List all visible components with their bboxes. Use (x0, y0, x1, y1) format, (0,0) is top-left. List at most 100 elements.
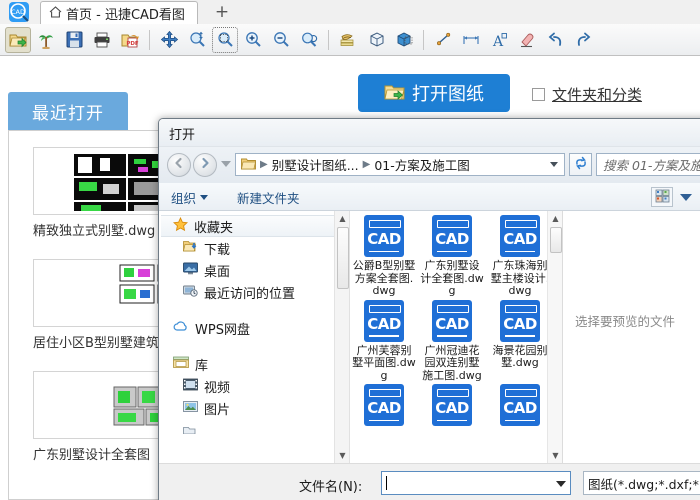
sidebar-item-pictures[interactable]: 图片 (161, 397, 349, 419)
zoom-out-button[interactable] (268, 27, 294, 53)
cad-file-icon: CAD (432, 299, 472, 342)
file-item[interactable]: CAD 海景花园别墅.dwg (486, 299, 554, 383)
file-list-scrollbar[interactable]: ▲ ▼ (547, 211, 562, 463)
zoom-previous-button[interactable] (296, 27, 322, 53)
undo-button[interactable] (542, 27, 568, 53)
picture-icon (183, 400, 198, 417)
view-caret-icon[interactable] (680, 194, 692, 201)
search-input[interactable]: 搜索 01-方案及施工图 (596, 153, 700, 176)
scroll-up-arrow-icon[interactable]: ▲ (335, 211, 349, 226)
star-icon (172, 216, 189, 236)
sidebar-scroll-thumb[interactable] (337, 227, 349, 289)
file-name: 海景花园别墅.dwg (492, 343, 548, 369)
breadcrumb-separator: ▶ (362, 159, 371, 170)
dimension-button[interactable] (458, 27, 484, 53)
recent-opened-tab[interactable]: 最近打开 (8, 92, 128, 130)
folder-classify-checkbox[interactable]: 文件夹和分类 (532, 84, 642, 105)
new-tab-button[interactable]: + (210, 2, 234, 22)
zoom-dynamic-button[interactable] (184, 27, 210, 53)
refresh-button[interactable] (569, 153, 592, 176)
breadcrumb[interactable]: ▶ 别墅设计图纸... ▶ 01-方案及施工图 (235, 153, 565, 176)
sidebar-item-label: 桌面 (204, 264, 231, 280)
file-name: 广东别墅设计全套图.dwg (420, 259, 484, 297)
scroll-down-arrow-icon[interactable]: ▼ (548, 448, 562, 463)
file-item-partial[interactable]: CAD (418, 384, 486, 429)
sidebar-item-partial[interactable] (161, 419, 349, 441)
sidebar-item-favorites[interactable]: 收藏夹 (161, 215, 349, 237)
redo-button[interactable] (570, 27, 596, 53)
sidebar-scrollbar[interactable]: ▲ ▼ (334, 211, 349, 463)
breadcrumb-item-1[interactable]: 01-方案及施工图 (374, 155, 469, 174)
folder-icon (183, 423, 198, 438)
folder-classify-label[interactable]: 文件夹和分类 (552, 84, 642, 105)
file-item[interactable]: CAD 广东珠海别墅主楼设计.dwg (486, 215, 554, 298)
file-list-scroll-thumb[interactable] (550, 227, 562, 253)
sidebar-item-wps-cloud[interactable]: WPS网盘 (161, 317, 349, 339)
file-list: CAD 公爵B型别墅方案全套图.dwg CAD 广东别墅设计全套图.dwg CA… (349, 211, 562, 463)
file-type-filter[interactable]: 图纸(*.dwg;*.dxf;*.dwf; (583, 471, 700, 495)
text-button[interactable]: A (486, 27, 512, 53)
breadcrumb-item-0[interactable]: 别墅设计图纸... (272, 155, 359, 174)
tab-home[interactable]: 首页 - 迅捷CAD看图 (40, 1, 198, 24)
sidebar-item-videos[interactable]: 视频 (161, 375, 349, 397)
file-grid: CAD 公爵B型别墅方案全套图.dwg CAD 广东别墅设计全套图.dwg CA… (350, 215, 554, 431)
eraser-button[interactable] (514, 27, 540, 53)
dialog-address-bar: ▶ 别墅设计图纸... ▶ 01-方案及施工图 搜索 01-方案及施工图 (159, 147, 700, 183)
svg-text:CAD: CAD (11, 8, 25, 16)
chevron-down-icon[interactable] (556, 481, 566, 487)
palm-button[interactable] (33, 27, 59, 53)
zoom-window-button[interactable] (212, 26, 238, 53)
pan-button[interactable] (156, 27, 182, 53)
dialog-sidebar: 收藏夹 下载 桌面 最近访问的位置 WPS网盘 库 视频 图片 ▲ ▼ (161, 211, 349, 463)
new-folder-button[interactable]: 新建文件夹 (237, 188, 300, 206)
sidebar-item-downloads[interactable]: 下载 (161, 237, 349, 259)
file-item-partial[interactable]: CAD (486, 384, 554, 429)
app-logo-icon: CAD (6, 2, 36, 22)
file-item[interactable]: CAD 广州冠迪花园双连别墅施工图.dwg (418, 299, 486, 383)
cad-file-icon: CAD (364, 299, 404, 342)
svg-text:PDF: PDF (126, 41, 139, 47)
sidebar-item-recent-places[interactable]: 最近访问的位置 (161, 281, 349, 303)
open-drawing-button[interactable]: 打开图纸 (358, 74, 510, 112)
save-button[interactable] (61, 27, 87, 53)
checkbox-box-icon[interactable] (532, 88, 545, 101)
forward-button[interactable] (193, 153, 217, 177)
recent-places-icon (183, 284, 198, 301)
cad-file-icon: CAD (364, 384, 404, 426)
file-item[interactable]: CAD 公爵B型别墅方案全套图.dwg (350, 215, 418, 298)
cad-file-icon: CAD (500, 215, 540, 257)
layers-button[interactable] (335, 27, 361, 53)
cad-file-icon: CAD (432, 384, 472, 426)
dialog-titlebar[interactable]: 打开 (159, 119, 700, 147)
export-pdf-button[interactable]: PDF (117, 27, 143, 53)
view-layout-button[interactable] (651, 187, 673, 207)
render-3d-button[interactable] (391, 27, 417, 53)
scroll-up-arrow-icon[interactable]: ▲ (548, 211, 562, 226)
wireframe-button[interactable] (363, 27, 389, 53)
dialog-body: 收藏夹 下载 桌面 最近访问的位置 WPS网盘 库 视频 图片 ▲ ▼ CAD … (159, 211, 700, 463)
file-item-partial[interactable]: CAD (350, 384, 418, 429)
zoom-in-button[interactable] (240, 27, 266, 53)
print-button[interactable] (89, 27, 115, 53)
scroll-down-arrow-icon[interactable]: ▼ (335, 448, 349, 463)
file-name: 广州芙蓉别墅平面图.dwg (352, 343, 416, 382)
sidebar-item-library[interactable]: 库 (161, 353, 349, 375)
sidebar-item-label: 最近访问的位置 (204, 286, 296, 302)
history-caret-icon[interactable] (221, 161, 231, 167)
file-item[interactable]: CAD 广东别墅设计全套图.dwg (418, 215, 486, 298)
file-item[interactable]: CAD 广州芙蓉别墅平面图.dwg (350, 299, 418, 383)
line-button[interactable] (430, 27, 456, 53)
file-name: 公爵B型别墅方案全套图.dwg (352, 259, 416, 297)
filename-input[interactable] (381, 471, 571, 495)
chevron-down-icon[interactable] (550, 162, 558, 167)
organize-menu[interactable]: 组织 (171, 188, 209, 206)
back-button[interactable] (167, 153, 191, 177)
sidebar-item-label: 下载 (204, 242, 231, 258)
sidebar-item-desktop[interactable]: 桌面 (161, 259, 349, 281)
text-caret (386, 476, 387, 490)
open-file-button[interactable] (5, 26, 31, 53)
open-file-dialog: 打开 ▶ 别墅设计图纸... ▶ 01-方案及施工图 搜索 01-方案及 组织 … (158, 118, 700, 500)
cad-file-icon: CAD (432, 215, 472, 257)
view-layout-icon (655, 189, 670, 206)
